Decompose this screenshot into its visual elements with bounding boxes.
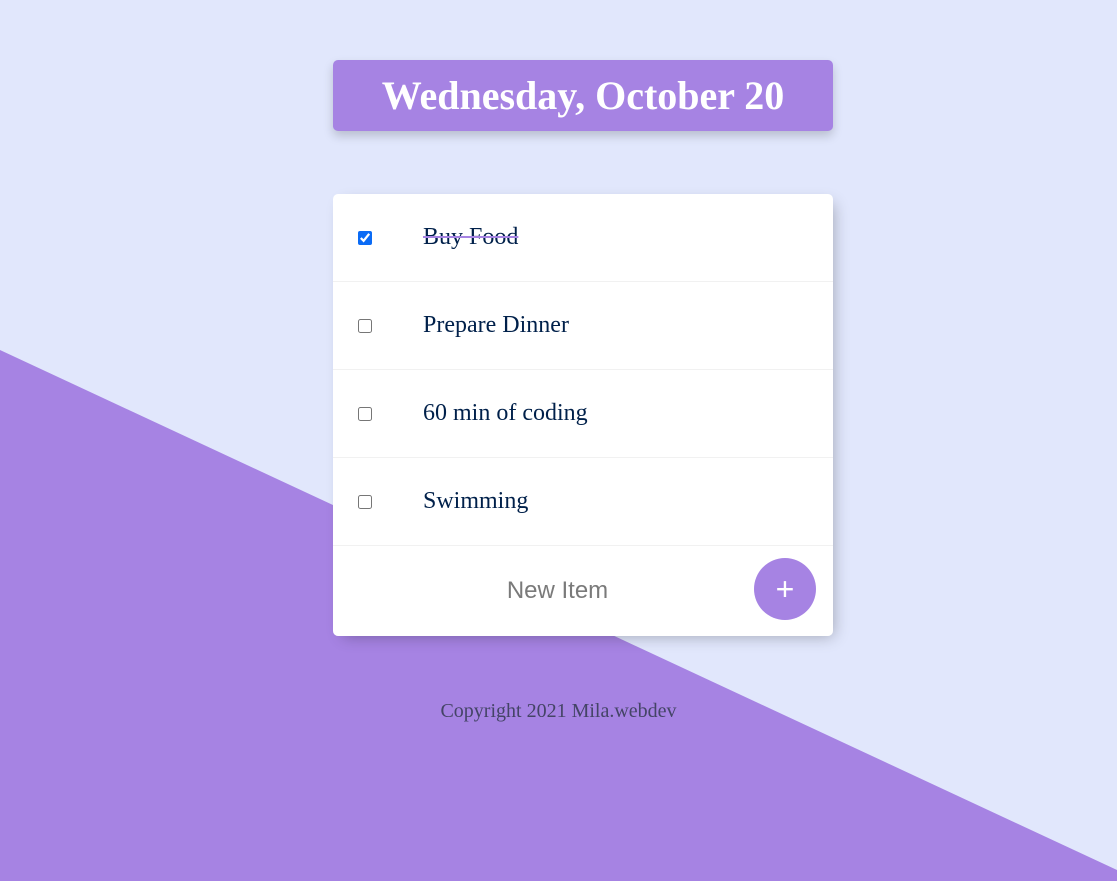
list-item: Swimming — [333, 458, 833, 546]
list-item: Prepare Dinner — [333, 282, 833, 370]
item-label: 60 min of coding — [423, 400, 588, 426]
item-label: Prepare Dinner — [423, 312, 569, 338]
list-item: 60 min of coding — [333, 370, 833, 458]
item-label: Swimming — [423, 488, 529, 514]
item-checkbox[interactable] — [358, 230, 372, 245]
copyright-text: Copyright 2021 Mila.webdev — [440, 700, 677, 722]
new-item-input[interactable] — [453, 572, 662, 610]
todo-list-card: Buy Food Prepare Dinner 60 min of coding… — [333, 194, 833, 636]
footer: Copyright 2021 Mila.webdev — [0, 700, 1117, 723]
list-item: Buy Food — [333, 194, 833, 282]
new-item-form: + — [333, 546, 833, 634]
item-checkbox[interactable] — [358, 494, 372, 509]
add-item-button[interactable]: + — [754, 558, 816, 620]
date-header: Wednesday, October 20 — [333, 60, 833, 131]
item-checkbox[interactable] — [358, 406, 372, 421]
page-title: Wednesday, October 20 — [381, 72, 785, 118]
item-checkbox[interactable] — [358, 318, 372, 333]
item-label: Buy Food — [423, 224, 519, 250]
